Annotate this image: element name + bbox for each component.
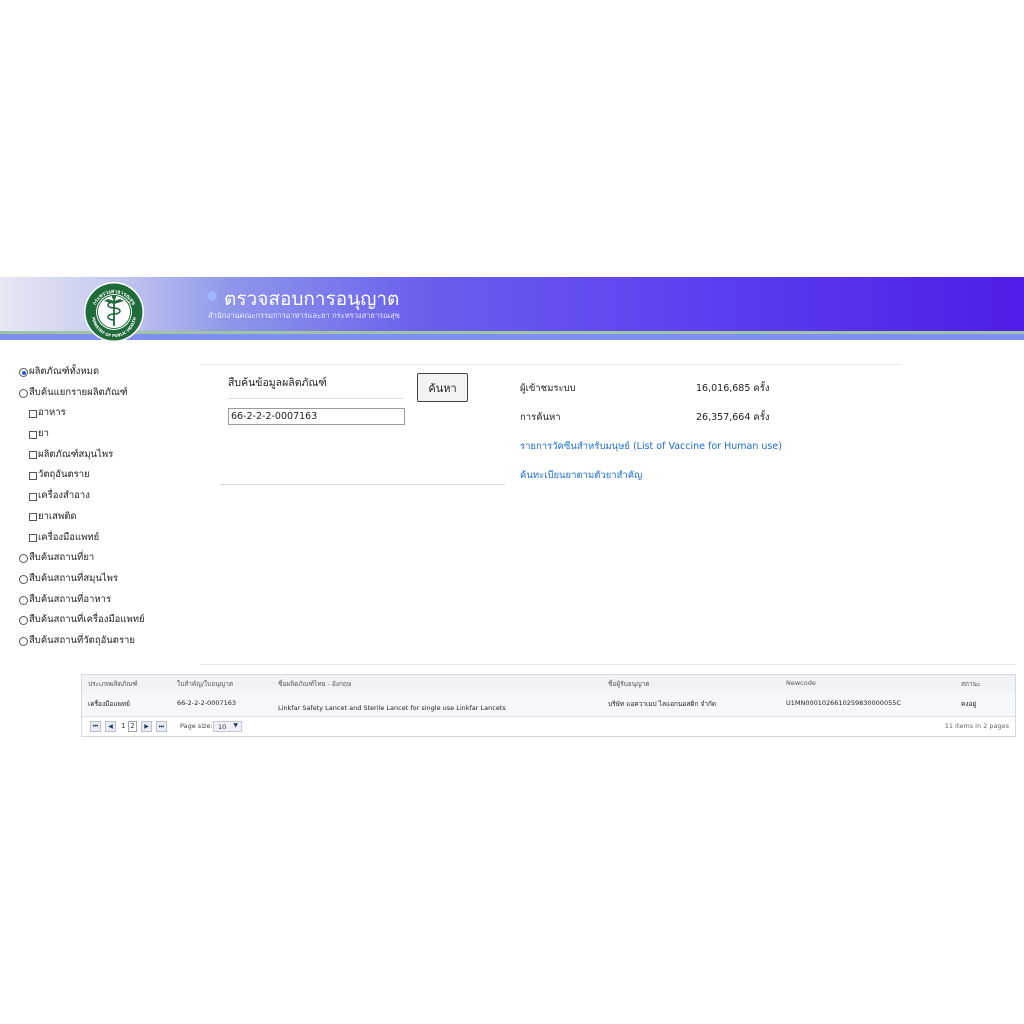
radio-button[interactable] bbox=[19, 636, 28, 646]
column-header-license[interactable]: ใบสำคัญ/ใบอนุญาต bbox=[177, 679, 233, 689]
column-header-status[interactable]: สถานะ bbox=[961, 679, 981, 689]
checkbox[interactable] bbox=[29, 471, 37, 480]
cell-newcode: U1MN0001026610259830000055C bbox=[786, 699, 901, 707]
page-number-1[interactable]: 1 bbox=[121, 722, 125, 730]
column-header-type[interactable]: ประเภทผลิตภัณฑ์ bbox=[88, 679, 138, 689]
header-strip bbox=[0, 334, 1024, 340]
filter-option[interactable]: ผลิตภัณฑ์สมุนไพร bbox=[19, 449, 194, 470]
vaccine-list-link[interactable]: รายการวัคซีนสำหรับมนุษย์ (List of Vaccin… bbox=[520, 439, 782, 454]
checkbox[interactable] bbox=[29, 513, 37, 522]
radio-button[interactable] bbox=[19, 616, 28, 626]
visitors-label: ผู้เข้าชมระบบ bbox=[520, 383, 576, 394]
radio-button[interactable] bbox=[19, 554, 28, 564]
filter-option[interactable]: อาหาร bbox=[19, 407, 194, 428]
radio-selected[interactable] bbox=[19, 368, 28, 377]
filter-option[interactable]: สืบค้นสถานที่เครื่องมือแพทย์ bbox=[19, 614, 194, 635]
filter-option[interactable]: วัตถุอันตราย bbox=[19, 469, 194, 490]
pager-info: 11 items in 2 pages bbox=[944, 722, 1009, 730]
results-grid: ประเภทผลิตภัณฑ์ ใบสำคัญ/ใบอนุญาต ชื่อผลิ… bbox=[81, 674, 1016, 737]
prev-page-icon[interactable]: ◀ bbox=[105, 721, 116, 732]
caret-down-icon: ▼ bbox=[233, 722, 238, 729]
search-input[interactable] bbox=[228, 408, 405, 425]
checkbox[interactable] bbox=[29, 492, 37, 501]
cell-status: คงอยู่ bbox=[961, 700, 977, 708]
checkbox[interactable] bbox=[29, 430, 37, 439]
radio-button[interactable] bbox=[19, 388, 28, 398]
filter-option-label: เครื่องมือแพทย์ bbox=[38, 531, 100, 543]
page-subtitle: สำนักงานคณะกรรมการอาหารและยา กระทรวงสาธา… bbox=[208, 311, 400, 320]
filter-option-label: สืบค้นสถานที่วัตถุอันตราย bbox=[29, 634, 135, 646]
cell-product-name: Linkfar Safety Lancet and Sterile Lancet… bbox=[278, 704, 506, 712]
content-divider bbox=[200, 364, 900, 365]
search-button[interactable]: ค้นหา bbox=[417, 373, 468, 402]
column-header-newcode[interactable]: Newcode bbox=[786, 679, 816, 687]
searches-value: 26,357,664 ครั้ง bbox=[696, 412, 770, 423]
last-page-icon[interactable]: ⏭ bbox=[156, 721, 167, 732]
filter-option[interactable]: ยา bbox=[19, 428, 194, 449]
filter-option-label: วัตถุอันตราย bbox=[38, 469, 90, 481]
cell-license: 66-2-2-2-0007163 bbox=[177, 699, 237, 707]
searches-label: การค้นหา bbox=[520, 412, 561, 423]
page-size-value: 10 bbox=[218, 723, 227, 731]
filter-option[interactable]: ยาเสพติด bbox=[19, 511, 194, 532]
radio-button[interactable] bbox=[19, 574, 28, 584]
search-divider bbox=[220, 484, 505, 485]
filter-option[interactable]: เครื่องมือแพทย์ bbox=[19, 532, 194, 553]
cell-licensee: บริษัท แอควาเมป ไลแอกนอสติก จำกัด bbox=[608, 700, 717, 708]
cell-type: เครื่องมือแพทย์ bbox=[88, 700, 130, 708]
drug-search-link[interactable]: ค้นทะเบียนยาตามตัวยาสำคัญ bbox=[520, 468, 642, 483]
filter-option-label: ยาเสพติด bbox=[38, 510, 77, 522]
page-number-2-current[interactable]: 2 bbox=[128, 721, 137, 732]
checkbox[interactable] bbox=[29, 534, 37, 542]
filter-option[interactable]: สืบค้นสถานที่อาหาร bbox=[19, 594, 194, 615]
filter-option-label: ผลิตภัณฑ์ทั้งหมด bbox=[29, 366, 100, 377]
grid-divider bbox=[200, 664, 1016, 665]
search-label-divider bbox=[228, 398, 403, 399]
next-page-icon[interactable]: ▶ bbox=[141, 721, 152, 732]
grid-pager: ⏮ ◀ 1 2 ▶ ⏭ Page size: 10 ▼ 11 items in … bbox=[82, 717, 1015, 737]
header-banner bbox=[0, 277, 1024, 331]
grid-header: ประเภทผลิตภัณฑ์ ใบสำคัญ/ใบอนุญาต ชื่อผลิ… bbox=[82, 675, 1015, 692]
first-page-icon[interactable]: ⏮ bbox=[90, 721, 101, 732]
filter-option[interactable]: สืบค้นสถานที่สมุนไพร bbox=[19, 573, 194, 594]
filter-option-label: สืบค้นสถานที่สมุนไพร bbox=[29, 572, 119, 584]
column-header-name[interactable]: ชื่อผลิตภัณฑ์ไทย - อังกฤษ bbox=[278, 679, 351, 689]
filter-option-label: สืบค้นสถานที่อาหาร bbox=[29, 593, 112, 605]
filter-option[interactable]: สืบค้นสถานที่วัตถุอันตราย bbox=[19, 635, 194, 656]
filter-option-label: อาหาร bbox=[38, 407, 66, 419]
filter-option[interactable]: เครื่องสำอาง bbox=[19, 490, 194, 511]
filter-option-label: สืบค้นสถานที่ยา bbox=[29, 552, 95, 564]
visitors-value: 16,016,685 ครั้ง bbox=[696, 383, 770, 394]
page-size-select[interactable]: 10 ▼ bbox=[213, 721, 242, 732]
filter-option-label: สืบค้นสถานที่เครื่องมือแพทย์ bbox=[29, 614, 145, 626]
filter-option-label: เครื่องสำอาง bbox=[38, 490, 90, 502]
title-bullet-icon bbox=[207, 291, 217, 301]
filter-list: ผลิตภัณฑ์ทั้งหมดสืบค้นแยกรายผลิตภัณฑ์อาห… bbox=[19, 366, 194, 656]
search-label: สืบค้นข้อมูลผลิตภัณฑ์ bbox=[228, 377, 327, 389]
table-row[interactable]: เครื่องมือแพทย์ 66-2-2-2-0007163 Linkfar… bbox=[82, 691, 1015, 717]
checkbox[interactable] bbox=[29, 451, 37, 460]
checkbox[interactable] bbox=[29, 409, 37, 418]
radio-button[interactable] bbox=[19, 595, 28, 605]
filter-option[interactable]: สืบค้นแยกรายผลิตภัณฑ์ bbox=[19, 387, 194, 408]
page-size-label: Page size: bbox=[180, 722, 213, 730]
filter-option-label: ยา bbox=[38, 428, 49, 440]
filter-option[interactable]: ผลิตภัณฑ์ทั้งหมด bbox=[19, 366, 194, 387]
moph-seal-icon[interactable]: กระทรวงสาธารณสุข MINISTRY OF PUBLIC HEAL… bbox=[80, 280, 148, 344]
filter-option[interactable]: สืบค้นสถานที่ยา bbox=[19, 552, 194, 573]
column-header-licensee[interactable]: ชื่อผู้รับอนุญาต bbox=[608, 679, 650, 689]
filter-option-label: สืบค้นแยกรายผลิตภัณฑ์ bbox=[29, 386, 128, 398]
filter-option-label: ผลิตภัณฑ์สมุนไพร bbox=[38, 448, 114, 460]
